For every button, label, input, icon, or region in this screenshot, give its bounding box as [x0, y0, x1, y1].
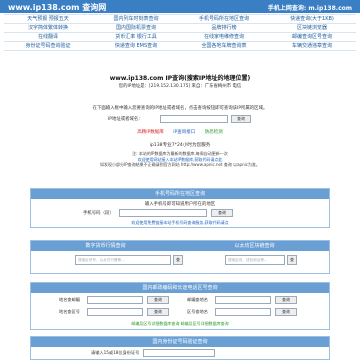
- area-city-button[interactable]: 查询: [275, 308, 297, 316]
- quick-links: 高精IP数据库 IP查询接口 防恐检测: [0, 129, 360, 135]
- eth-search-button[interactable]: 查: [287, 255, 297, 265]
- mobile-link[interactable]: 手机上网查询: m.ip138.com: [268, 3, 352, 12]
- phone-label: 手机号码（段）: [83, 211, 114, 216]
- postal-city-label: 邮编查地名: [187, 297, 208, 302]
- eth-search-input[interactable]: 搜索区块、钱包地址等...: [225, 255, 285, 265]
- postal-city-button[interactable]: 查询: [275, 296, 297, 304]
- phone-footer-link[interactable]: 欢迎使用免费链接本站手机号码查询服务,获取代码请点: [31, 220, 329, 226]
- phone-query-button[interactable]: 查询: [211, 209, 233, 217]
- city-postal-label: 地名查邮编: [59, 297, 80, 302]
- city-area-input[interactable]: [87, 308, 143, 316]
- page-title: www.ip138.com IP查询(搜索IP地址的地理位置): [109, 75, 251, 82]
- panel-header: 数字货币行情查询 以太坊区块链查询: [31, 241, 329, 251]
- nav-link[interactable]: 手机号码所在地区查询: [180, 15, 268, 23]
- nav-link[interactable]: 货币汇率 银行工具: [92, 33, 180, 41]
- service-promo: ip138专业7*24小时为您服务: [149, 143, 211, 148]
- nav-link[interactable]: 全国各地车牌查询表: [180, 42, 268, 50]
- your-ip-text: 您的IP地址是：[219.152.130.175] 来自：广东省梅州市 电信: [118, 84, 242, 89]
- site-logo[interactable]: www.ip138.com 查询网: [8, 2, 106, 13]
- panel-header: 国内身份证号码验证查询: [31, 337, 329, 347]
- nav-grid: 天气预报 预报五天 国内列车时刻表查询 手机号码所在地区查询 快递查询(大于1K…: [4, 14, 356, 51]
- nav-link[interactable]: 在线家电维修查询: [180, 33, 268, 41]
- nav-link[interactable]: 车辆交通违章查询: [268, 42, 356, 50]
- nav-link[interactable]: 快递查询(大于1KB): [268, 15, 356, 23]
- nav-row: 身份证号码查询验证 快递查询 EMS查询 全国各地车牌查询表 车辆交通违章查询: [4, 42, 356, 51]
- crypto-header-left: 数字货币行情查询: [85, 243, 126, 249]
- nav-row: 天气预报 预报五天 国内列车时刻表查询 手机号码所在地区查询 快递查询(大于1K…: [4, 15, 356, 24]
- notes: 注: 本站的IP数据库为最新的数据库,每周自动更新一次 欢迎使用网站接入本站IP…: [0, 151, 360, 168]
- nav-link[interactable]: 国内列车时刻表查询: [92, 15, 180, 23]
- panel-header: 手机号码所在地区查询: [31, 189, 329, 199]
- crypto-panel: 数字货币行情查询 以太坊区块链查询 搜索区块号、以太坊行情等... 查 搜索区块…: [30, 240, 330, 274]
- city-postal-button[interactable]: 查询: [147, 296, 169, 304]
- top-bar: www.ip138.com 查询网 手机上网查询: m.ip138.com: [0, 0, 360, 13]
- phone-input[interactable]: [119, 209, 207, 217]
- crypto-header-right: 以太坊区块链查询: [234, 243, 275, 249]
- postal-city-input[interactable]: [215, 296, 271, 304]
- anti-terror-link[interactable]: 防恐检测: [205, 130, 223, 135]
- nav-link[interactable]: 身份证号码查询验证: [4, 42, 92, 50]
- nav-link[interactable]: 天气预报 预报五天: [4, 15, 92, 23]
- crypto-search-button[interactable]: 查: [173, 255, 183, 265]
- phone-lookup-panel: 手机号码所在地区查询 输入手机号即可知道用户所在的地区 手机号码（段） 查询 欢…: [30, 188, 330, 228]
- city-postal-input[interactable]: [87, 296, 143, 304]
- nav-link[interactable]: 汉字简体繁体转换: [4, 24, 92, 32]
- id-card-panel: 国内身份证号码验证查询 请输入15或18位身份证号: [30, 336, 330, 360]
- nav-link[interactable]: 在线翻译: [4, 33, 92, 41]
- city-area-label: 地名查区号: [59, 309, 80, 314]
- id-card-input[interactable]: [143, 349, 215, 357]
- nav-link[interactable]: 区块链浏览器: [268, 24, 356, 32]
- area-city-label: 区号查地名: [187, 309, 208, 314]
- nav-link[interactable]: 邮编查询区号查询: [268, 33, 356, 41]
- nav-row: 在线翻译 货币汇率 银行工具 在线家电维修查询 邮编查询区号查询: [4, 33, 356, 42]
- id-card-label: 请输入15或18位身份证号: [91, 350, 140, 355]
- ip-input[interactable]: [160, 115, 228, 123]
- nav-link[interactable]: 品牌排行榜: [180, 24, 268, 32]
- ip-query-button[interactable]: 查询: [231, 115, 251, 123]
- ip-api-link[interactable]: IP查询接口: [173, 130, 195, 135]
- postal-footer-link[interactable]: 邮编及区号详细数据库查询 邮编及区号详细数据库查询: [31, 321, 329, 327]
- ip-label: IP地址或者域名：: [108, 117, 143, 122]
- ip-database-link[interactable]: 高精IP数据库: [137, 130, 164, 135]
- note-line: 如发现小部分IP查询结果不正确请到官方网站 http://www.apnic.n…: [100, 162, 260, 167]
- hint-text: 在下面输入框中输入您要查询的IP地址或者域名，点击查询按钮即可查询该IP所属的区…: [92, 106, 268, 111]
- nav-link[interactable]: 国内国际机票查询: [92, 24, 180, 32]
- nav-link[interactable]: 快递查询 EMS查询: [92, 42, 180, 50]
- area-city-input[interactable]: [215, 308, 271, 316]
- nav-row: 汉字简体繁体转换 国内国际机票查询 品牌排行榜 区块链浏览器: [4, 24, 356, 33]
- panel-subtitle: 输入手机号即可知道用户所在的地区: [144, 202, 216, 207]
- panel-header: 国内邮政编码和长途电话区号查询: [31, 283, 329, 293]
- crypto-search-input[interactable]: 搜索区块号、以太坊行情等...: [75, 255, 171, 265]
- postal-panel: 国内邮政编码和长途电话区号查询 地名查邮编 查询 邮编查地名 查询 地名查区号 …: [30, 282, 330, 330]
- city-area-button[interactable]: 查询: [147, 308, 169, 316]
